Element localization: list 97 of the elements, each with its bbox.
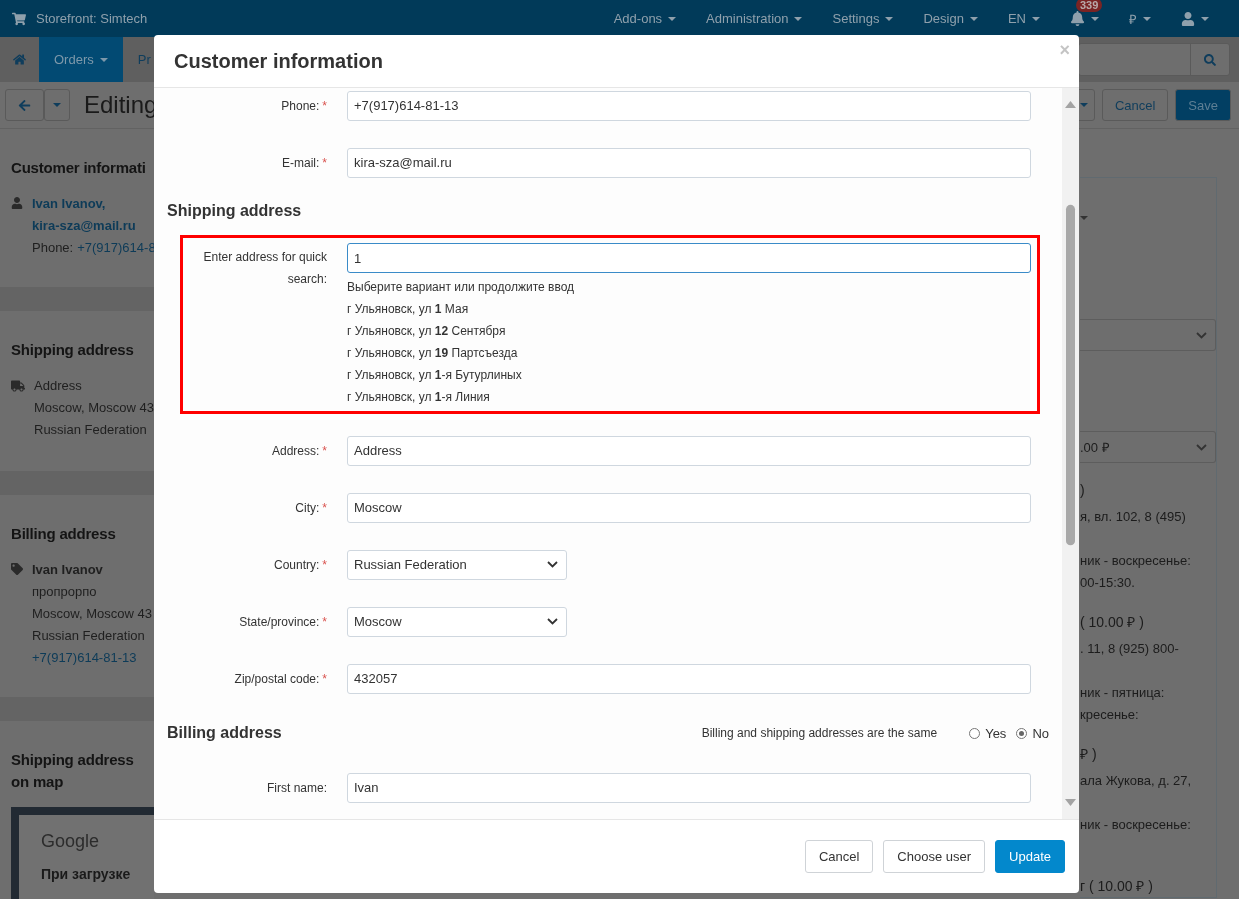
chevron-down-icon [1196,443,1207,451]
notification-count: 339 [1076,0,1103,12]
nav-menu[interactable]: Design [923,11,978,26]
save-button[interactable]: Save [1175,89,1231,121]
input-field[interactable]: Moscow [347,492,1031,523]
field-label: First name: [266,780,327,795]
home-icon [13,53,26,66]
caret-icon [1143,16,1151,21]
suggestion-item[interactable]: г Ульяновск, ул 1 Мая [347,298,1031,320]
input-field[interactable]: +7(917)614-81-13 [347,90,1031,121]
input-field[interactable]: kira-sza@mail.ru [347,147,1031,178]
input-field[interactable]: Ivan [347,772,1031,803]
shipping-option[interactable]: ( 10.00 ₽ ) [1080,611,1216,633]
suggestion-item[interactable]: г Ульяновск, ул 19 Партсъезда [347,342,1031,364]
shipping-option[interactable]: ) [1080,479,1216,501]
option-address: ала Жукова, д. 27, [1080,772,1193,790]
dialog-title: Customer information [174,49,383,73]
nav-menu[interactable]: Add-ons [613,11,677,26]
select-field[interactable]: Russian Federation [347,549,567,580]
input-field[interactable]: 432057 [347,663,1031,694]
storefront-link[interactable]: Storefront: Simtech [36,11,148,26]
update-button[interactable]: Update [995,840,1065,873]
option-address: . 11, 8 (925) 800- [1080,640,1180,658]
select-field[interactable]: .00 ₽ [1080,431,1216,463]
caret-icon [1201,16,1209,21]
radio-option[interactable]: No [1016,725,1049,741]
back-arrow-icon [18,98,31,112]
bell-icon [1070,11,1085,26]
choose-user-button[interactable]: Choose user [883,840,986,873]
section-heading: Billing address [167,724,282,742]
truck-icon [11,379,25,393]
map-logo: Google [41,831,101,852]
cart-icon [12,11,26,26]
field-label: Address: * [270,443,327,458]
field-label: Country: * [272,557,327,572]
field-label: E-mail: * [281,155,327,170]
section-heading: Shipping address [167,202,302,220]
field-label: Enter address for quick search: [202,249,327,288]
nav-tab[interactable]: Orders [39,37,123,82]
billing-name: Ivan Ivanov [32,561,104,579]
map-loading-text: При загрузке [41,866,131,882]
nav-menu[interactable]: EN [1007,11,1040,26]
search-icon [1204,53,1216,66]
option-hours: ник - пятница: [1080,684,1166,702]
address-line: Moscow, Moscow 43 [34,399,154,417]
nav-menu[interactable]: Settings [832,11,894,26]
address-line: Address [34,377,83,395]
user-icon [1181,11,1195,26]
chevron-down-icon [1196,331,1207,339]
field-label: Phone: * [280,98,327,113]
chevron-down-icon [547,561,558,568]
caret-icon [969,16,978,21]
section-title: Shipping address [11,340,135,360]
option-address: я, вл. 102, 8 (495) [1080,508,1187,526]
same-address-label: Billing and shipping addresses are the same [701,726,938,740]
back-button[interactable] [5,89,44,121]
shipping-option[interactable]: г ( 10.00 ₽ ) [1080,875,1216,897]
suggestion-item[interactable]: г Ульяновск, ул 1-я Бутурлиных [347,364,1031,386]
caret-icon [99,57,108,62]
suggestion-hint: Выберите вариант или продолжите ввод [347,279,576,296]
section-title: Shipping address on map [11,750,135,792]
input-field[interactable]: Address [347,435,1031,466]
option-hours: ник - воскресенье: [1080,552,1192,570]
address-line: пропрорпо [32,583,98,601]
section-title: Billing address [11,524,117,544]
person-icon [11,197,23,209]
suggestion-item[interactable]: г Ульяновск, ул 1-я Линия [347,386,1031,408]
caret-icon [794,16,803,21]
select-field[interactable]: Moscow [347,606,567,637]
address-line: Russian Federation [32,627,146,645]
section-title: Customer informati [11,158,147,178]
input-field[interactable]: 1 [347,243,1031,273]
option-hours: кресенье: [1080,706,1140,724]
search-field[interactable] [1078,43,1230,76]
caret-icon [885,16,894,21]
select-field[interactable] [1080,319,1216,351]
cancel-button[interactable]: Cancel [804,840,874,873]
nav-menu[interactable]: Administration [706,11,803,26]
shipping-option[interactable]: ₽ ) [1080,743,1216,765]
address-line: Russian Federation [34,421,148,439]
phone-label: Phone: [32,239,74,257]
field-label: Zip/postal code: * [233,671,327,686]
address-line: Moscow, Moscow 43 [32,605,152,623]
caret-icon [1091,16,1099,21]
scrollbar[interactable] [1062,88,1079,819]
field-label: City: * [294,500,327,515]
radio-option[interactable]: Yes [969,725,1007,741]
field-label: State/province: * [238,614,327,629]
option-hours: ник - воскресенье: [1080,816,1192,834]
caret-icon [53,103,61,107]
currency-menu[interactable]: ₽ [1129,9,1151,28]
tag-icon [11,563,23,575]
caret-icon [668,16,677,21]
chevron-down-icon [547,618,558,625]
caret-icon [1032,16,1040,21]
suggestion-item[interactable]: г Ульяновск, ул 12 Сентября [347,320,1031,342]
option-hours: 00-15:30. [1080,574,1136,592]
